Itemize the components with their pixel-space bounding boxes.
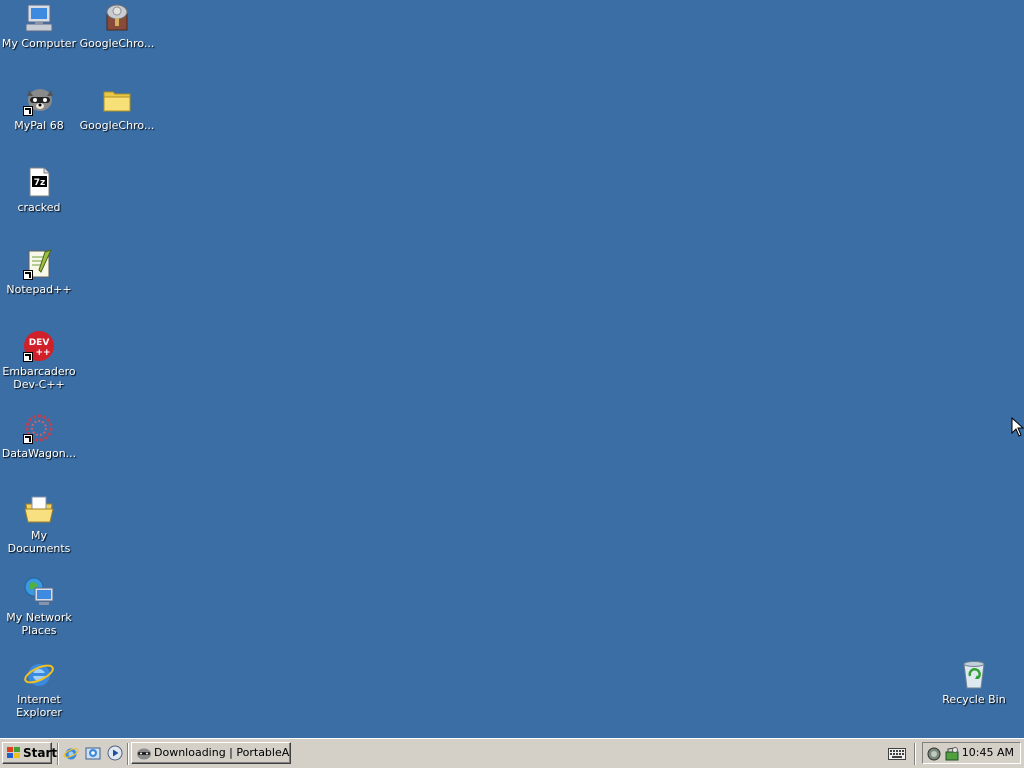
shortcut-arrow-icon bbox=[23, 270, 33, 280]
desktop-icon-label: Embarcadero Dev-C++ bbox=[2, 365, 76, 391]
desktop-icon-label: cracked bbox=[17, 201, 61, 214]
desktop-icon-label: GoogleChro... bbox=[79, 119, 155, 132]
start-button[interactable]: Start bbox=[2, 742, 57, 764]
desktop-icon-cracked[interactable]: 7z cracked bbox=[0, 166, 78, 214]
mypal-raccoon-icon bbox=[23, 84, 55, 116]
network-icon[interactable] bbox=[926, 746, 942, 762]
desktop-icon-notepad-plus-plus[interactable]: Notepad++ bbox=[0, 248, 78, 296]
network-places-icon bbox=[23, 576, 55, 608]
desktop-icon-mypal-68[interactable]: MyPal 68 bbox=[0, 84, 78, 132]
taskbar-separator bbox=[127, 743, 129, 765]
desktop-icon-label: MyPal 68 bbox=[14, 119, 64, 132]
recycle-bin-icon bbox=[958, 658, 990, 690]
desktop-icon-my-documents[interactable]: My Documents bbox=[0, 494, 78, 555]
taskbar-button-label: Downloading | PortableA... bbox=[154, 746, 291, 759]
desktop-icon-label: My Documents bbox=[7, 529, 71, 555]
taskbar-separator bbox=[914, 743, 916, 765]
system-tray: 10:45 AM bbox=[922, 742, 1021, 764]
desktop-icon-internet-explorer[interactable]: Internet Explorer bbox=[0, 658, 78, 719]
keyboard-icon[interactable] bbox=[888, 748, 906, 760]
internet-explorer-icon bbox=[23, 658, 55, 690]
notepad-plus-plus-icon bbox=[23, 248, 55, 280]
desktop-icon-label: Notepad++ bbox=[6, 283, 72, 296]
mouse-cursor-icon bbox=[1011, 417, 1024, 437]
desktop-icon-label: Internet Explorer bbox=[16, 693, 62, 719]
desktop-icon-embarcadero-devcpp[interactable]: DEV ++ Embarcadero Dev-C++ bbox=[0, 330, 78, 391]
taskbar-separator bbox=[57, 743, 59, 765]
devcpp-icon-text-dev: DEV bbox=[29, 338, 50, 348]
my-documents-icon bbox=[23, 494, 55, 526]
shortcut-arrow-icon bbox=[23, 352, 33, 362]
devcpp-icon: DEV ++ bbox=[23, 330, 55, 362]
desktop-icon-googlechrome-installer[interactable]: GoogleChro... bbox=[78, 2, 156, 50]
desktop-icon-googlechrome-folder[interactable]: GoogleChro... bbox=[78, 84, 156, 132]
desktop[interactable]: My Computer GoogleChro... MyPal 68 Googl… bbox=[0, 0, 1024, 738]
shortcut-arrow-icon bbox=[23, 106, 33, 116]
shortcut-arrow-icon bbox=[23, 434, 33, 444]
desktop-icon-recycle-bin[interactable]: Recycle Bin bbox=[935, 658, 1013, 706]
archive-icon-text: 7z bbox=[34, 178, 46, 188]
desktop-icon-label: Recycle Bin bbox=[942, 693, 1006, 706]
taskbar: Start Downloading | PortableA... 10:45 A… bbox=[0, 738, 1024, 768]
7z-archive-icon: 7z bbox=[23, 166, 55, 198]
mypal-raccoon-icon bbox=[137, 748, 151, 760]
start-button-label: Start bbox=[23, 746, 58, 760]
my-computer-icon bbox=[23, 2, 55, 34]
taskbar-button-downloading[interactable]: Downloading | PortableA... bbox=[131, 742, 291, 764]
security-icon[interactable] bbox=[944, 746, 960, 762]
devcpp-icon-text-plus: ++ bbox=[35, 348, 50, 358]
desktop-icon-my-network-places[interactable]: My Network Places bbox=[0, 576, 78, 637]
desktop-icon-my-computer[interactable]: My Computer bbox=[0, 2, 78, 50]
quick-launch-media-player-icon[interactable] bbox=[107, 745, 123, 761]
desktop-icon-label: My Computer bbox=[1, 37, 77, 50]
desktop-icon-datawagon[interactable]: DataWagon... bbox=[0, 412, 78, 460]
windows-logo-icon bbox=[7, 747, 20, 758]
desktop-icon-label: My Network Places bbox=[6, 611, 72, 637]
quick-launch-internet-explorer-icon[interactable] bbox=[63, 745, 79, 761]
desktop-icon-label: GoogleChro... bbox=[79, 37, 155, 50]
installer-package-icon bbox=[101, 2, 133, 34]
taskbar-clock[interactable]: 10:45 AM bbox=[962, 743, 1014, 763]
quick-launch-outlook-express-icon[interactable] bbox=[85, 745, 101, 761]
desktop-icon-label: DataWagon... bbox=[1, 447, 77, 460]
datawagon-icon bbox=[23, 412, 55, 444]
folder-icon bbox=[101, 84, 133, 116]
